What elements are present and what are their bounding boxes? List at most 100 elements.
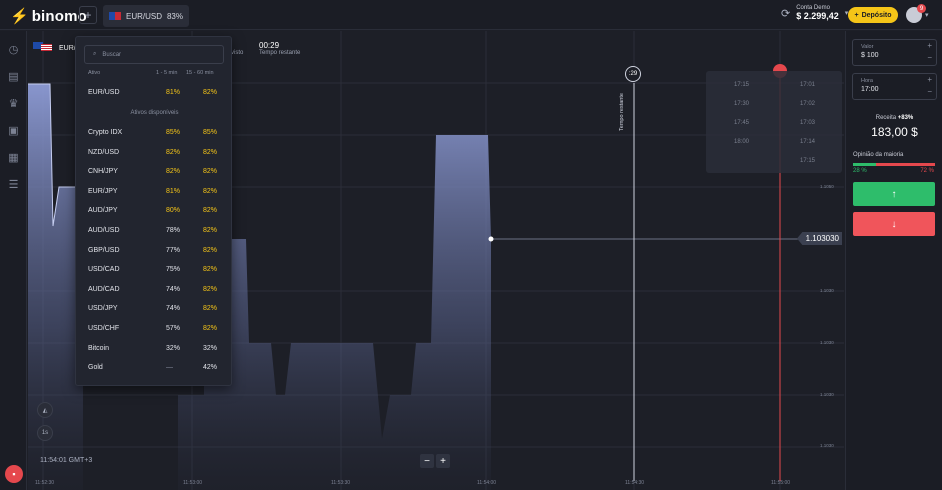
asset-long-payout: 42% (203, 364, 218, 372)
countdown-circle: :29 (625, 66, 641, 82)
settings-sliders-icon[interactable]: ☰ (7, 179, 20, 191)
asset-row[interactable]: AUD/JPY 80% 82% (88, 207, 220, 219)
asset-short-payout: 57% (166, 325, 181, 332)
asset-row[interactable]: EUR/JPY 81% 82% (88, 188, 220, 200)
time-plus-icon[interactable]: + (927, 75, 932, 84)
asset-short-payout: 32% (166, 344, 181, 352)
asset-name: USD/CHF (88, 325, 120, 332)
time-slot[interactable]: 17:01 (800, 82, 815, 88)
asset-name: EUR/USD (88, 89, 120, 96)
asset-row[interactable]: AUD/USD 78% 82% (88, 227, 220, 239)
asset-row[interactable]: CNH/JPY 82% 82% (88, 168, 220, 180)
server-clock: 11:54:01 GMT+3 (40, 457, 93, 464)
timeframe-button[interactable]: 1s (37, 425, 53, 441)
y-tick: 1.1050 (820, 184, 834, 189)
asset-long-payout: 82% (203, 227, 218, 234)
asset-row[interactable]: Bitcoin 32% 32% (88, 345, 220, 357)
asset-row[interactable]: GBP/USD 77% 82% (88, 247, 220, 259)
chart-icon[interactable]: ▤ (7, 71, 20, 83)
prev-label: visto (231, 50, 244, 56)
asset-short-payout: 82% (166, 148, 181, 156)
time-slot[interactable]: 17:45 (734, 120, 749, 126)
gift-icon[interactable]: ▣ (7, 125, 20, 137)
y-tick: 1.1030 (820, 340, 834, 345)
asset-name: EUR/JPY (88, 187, 118, 195)
eurusd-flag-icon (109, 12, 121, 20)
available-assets-title: Ativos disponíveis (130, 110, 179, 116)
receipt-pct: +83% (897, 115, 914, 121)
asset-short-payout: 74% (166, 305, 181, 313)
time-slot[interactable]: 17:03 (800, 120, 815, 126)
call-up-button[interactable]: ↑ (853, 182, 935, 206)
calendar-icon[interactable]: ▦ (7, 152, 20, 164)
timer-label: Tempo restante (259, 50, 301, 56)
time-slots-panel: 17:15 17:30 17:45 18:00 17:01 17:02 17:03 17:1… (706, 71, 842, 173)
current-price-tag: 1.103030 (797, 232, 842, 245)
asset-short-payout: 78% (166, 227, 181, 234)
left-sidebar: ◷ ▤ ♛ ▣ ▦ ☰ (0, 31, 27, 490)
x-tick: 11:54:00 (477, 480, 497, 486)
account-switcher[interactable]: ⟳ Conta Demo $ 2.299,42 ▾ (781, 5, 848, 21)
amount-field[interactable]: Valor $ 100 + − (852, 39, 937, 66)
time-slot[interactable]: 17:30 (734, 101, 749, 107)
binomo-logo[interactable]: ⚡ binomo (10, 7, 87, 26)
time-slot[interactable]: 17:02 (800, 101, 815, 107)
asset-long-payout: 82% (203, 266, 218, 274)
avatar[interactable]: 9 (906, 4, 926, 23)
clock-icon[interactable]: ◷ (7, 44, 20, 56)
time-slot[interactable]: 17:14 (800, 139, 815, 145)
add-asset-tab-button[interactable]: + (79, 6, 97, 24)
chart-type-button[interactable]: ◭ (37, 402, 53, 418)
search-icon: ⌕ (93, 51, 97, 57)
amount-plus-icon[interactable]: + (927, 41, 932, 50)
chart-type-icon: ◭ (42, 407, 48, 414)
asset-name: Bitcoin (88, 344, 110, 352)
asset-row[interactable]: Gold — 42% (88, 364, 220, 376)
top-bar: ⚡ binomo + EUR/USD 83% ⟳ Conta Demo $ 2.… (0, 0, 942, 30)
amount-minus-icon[interactable]: − (927, 53, 932, 62)
asset-short-payout: — (166, 364, 173, 372)
time-slot[interactable]: 18:00 (734, 139, 749, 145)
sync-icon: ⟳ (781, 7, 791, 20)
header-asset: Ativo (88, 70, 101, 76)
header-short: 1 - 5 min (156, 70, 178, 76)
asset-row[interactable]: USD/CAD 75% 82% (88, 266, 220, 278)
asset-short-payout: 81% (166, 89, 181, 96)
receipt-label: Receita +83% (846, 115, 942, 121)
opinion-bar-up-fill (853, 163, 876, 166)
search-placeholder: Buscar (102, 51, 122, 58)
asset-tab-symbol: EUR/USD (126, 11, 163, 21)
asset-tab[interactable]: EUR/USD 83% (103, 5, 189, 27)
deposit-button[interactable]: + Depósito (848, 7, 898, 23)
trophy-icon[interactable]: ♛ (7, 98, 20, 110)
asset-row[interactable]: USD/JPY 74% 82% (88, 305, 220, 317)
chevron-down-icon[interactable]: ▾ (925, 11, 929, 19)
opinion-bar (853, 163, 935, 166)
zoom-in-button[interactable]: + (436, 454, 450, 468)
opinion-down: 72 % (920, 168, 934, 174)
time-slot[interactable]: 17:15 (734, 82, 749, 88)
zoom-out-button[interactable]: − (420, 454, 434, 468)
timer-value: 00:29 (259, 41, 280, 50)
plus-icon: + (854, 11, 859, 19)
favorite-asset-row[interactable]: EUR/USD 81% 82% (88, 89, 220, 101)
asset-name: USD/CAD (88, 266, 120, 274)
opinion-up: 28 % (853, 168, 867, 174)
asset-row[interactable]: NZD/USD 82% 82% (88, 149, 220, 161)
asset-search-input[interactable]: ⌕ Buscar (84, 45, 224, 64)
opinion-label: Opinião da maioria (853, 152, 904, 158)
asset-row[interactable]: USD/CHF 57% 82% (88, 325, 220, 337)
time-slot[interactable]: 17:15 (800, 158, 815, 164)
time-minus-icon[interactable]: − (927, 87, 932, 96)
put-down-button[interactable]: ↓ (853, 212, 935, 236)
time-field[interactable]: Hora 17:00 + − (852, 73, 937, 100)
bolt-icon: ⚡ (10, 8, 29, 25)
remaining-time-vertical-label: Tempo restante (618, 93, 625, 131)
asset-short-payout: 81% (166, 187, 181, 195)
chat-button[interactable]: ▪ (5, 465, 23, 483)
asset-row[interactable]: Crypto IDX 85% 85% (88, 129, 220, 141)
asset-short-payout: 77% (166, 246, 181, 254)
asset-row[interactable]: AUD/CAD 74% 82% (88, 286, 220, 298)
x-tick: 11:54:30 (625, 480, 645, 486)
asset-short-payout: 82% (166, 168, 181, 176)
